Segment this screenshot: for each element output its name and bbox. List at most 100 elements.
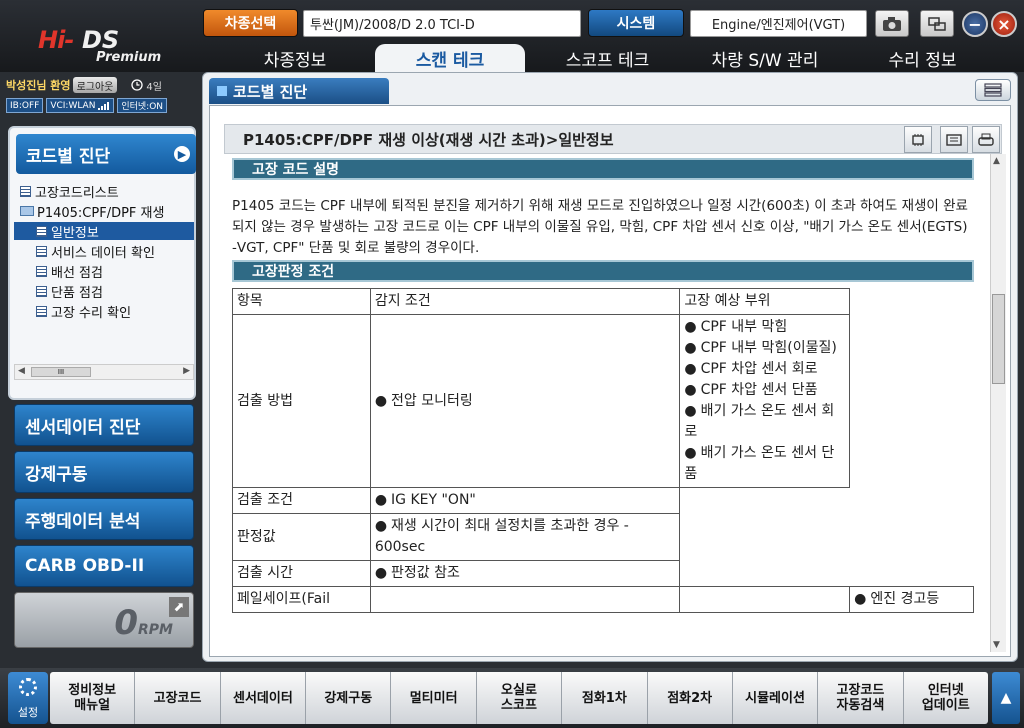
logo-hi: Hi- <box>38 26 74 54</box>
tree-item-repair-confirm[interactable]: 고장 수리 확인 <box>36 302 132 321</box>
bottom-item-multimeter[interactable]: 멀티미터 <box>391 672 477 724</box>
bottom-menu: 정비정보 매뉴얼 고장코드 센서데이터 강제구동 멀티미터 오실로 스코프 점화… <box>50 672 988 724</box>
bottom-item-oscilloscope[interactable]: 오실로 스코프 <box>477 672 563 724</box>
tab-vehicle-sw[interactable]: 차량 S/W 관리 <box>690 44 840 72</box>
bottom-item-dtc-autosearch[interactable]: 고장코드 자동검색 <box>818 672 904 724</box>
user-row: 박성진님 환영 로그아웃 4일 <box>6 76 196 94</box>
scroll-down-icon[interactable]: ▼ <box>993 640 1000 650</box>
tree-item-component-check[interactable]: 단품 점검 <box>36 282 103 301</box>
cause-item: CPF 차압 센서 회로 <box>684 359 845 380</box>
tree-item-service-data[interactable]: 서비스 데이터 확인 <box>36 242 155 261</box>
clock-icon <box>131 79 144 91</box>
folder-open-icon <box>20 206 34 216</box>
scroll-left-icon[interactable]: ◀ <box>18 366 25 376</box>
bottom-item-ignition-secondary[interactable]: 점화2차 <box>648 672 733 724</box>
row-label-detect-method: 검출 방법 <box>232 314 371 488</box>
detect-condition-value: IG KEY "ON" <box>375 492 476 508</box>
status-row: IB:OFF VCI:WLAN 인터넷:ON <box>6 98 198 113</box>
document-vertical-scrollbar[interactable]: ▲ ▼ <box>990 154 1006 652</box>
row-label-failsafe: 페일세이프(Fail <box>232 586 371 613</box>
bottom-item-sensor-data[interactable]: 센서데이터 <box>221 672 307 724</box>
tree-item-general-info[interactable]: 일반정보 <box>14 222 194 241</box>
cause-item: CPF 차압 센서 단품 <box>684 380 845 401</box>
minimize-icon: − <box>968 14 982 34</box>
minimize-button[interactable]: − <box>962 11 988 37</box>
failsafe-value: 엔진 경고등 <box>854 591 939 607</box>
bottom-item-ignition-primary[interactable]: 점화1차 <box>562 672 648 724</box>
section-dtc-description: 고장 코드 설명 <box>232 158 974 180</box>
internet-status-badge: 인터넷:ON <box>117 98 168 113</box>
scroll-thumb[interactable] <box>992 294 1005 384</box>
carb-obd-button[interactable]: CARB OBD-II <box>14 545 194 587</box>
content-frame: 코드별 진단 P1405:CPF/DPF 재생 이상(재생 시간 초과)>일반정… <box>202 72 1018 662</box>
settings-label: 설정 <box>17 706 39 719</box>
tab-scan-tech[interactable]: 스캔 테크 <box>375 44 525 72</box>
list-view-button[interactable] <box>975 79 1011 101</box>
table-cell <box>849 314 974 488</box>
tab-vehicle-info[interactable]: 차종정보 <box>225 44 365 72</box>
tab-repair-info[interactable]: 수리 정보 <box>850 44 995 72</box>
tree-horizontal-scrollbar[interactable]: ◀ III ▶ <box>14 364 194 380</box>
content-tab[interactable]: 코드별 진단 <box>209 78 389 104</box>
tree-item-wiring-check[interactable]: 배선 점검 <box>36 262 103 281</box>
logout-button[interactable]: 로그아웃 <box>72 77 118 93</box>
bottom-item-manual[interactable]: 정비정보 매뉴얼 <box>50 672 136 724</box>
document-icon <box>36 265 47 277</box>
driving-data-button[interactable]: 주행데이터 분석 <box>14 498 194 540</box>
camera-icon <box>883 16 901 31</box>
connector-button[interactable] <box>940 126 968 153</box>
tree-item-p1405[interactable]: P1405:CPF/DPF 재생 <box>20 202 165 221</box>
settings-button[interactable]: 설정 <box>8 672 48 724</box>
rpm-gauge: ⬈ 0RPM <box>14 592 194 648</box>
tree-item-label: 배선 점검 <box>51 265 103 281</box>
close-button[interactable]: × <box>991 11 1017 37</box>
detect-method-value: 전압 모니터링 <box>375 393 473 409</box>
document-icon <box>20 185 31 197</box>
tab-scope-tech[interactable]: 스코프 테크 <box>535 44 680 72</box>
scroll-right-icon[interactable]: ▶ <box>183 366 190 376</box>
tree-item-label: 일반정보 <box>51 225 99 241</box>
bottom-item-dtc[interactable]: 고장코드 <box>135 672 221 724</box>
document-icon <box>36 225 47 237</box>
table-cell <box>679 586 851 613</box>
connector-icon <box>946 133 962 146</box>
days-remaining: 4일 <box>146 81 162 93</box>
vci-status-text: VCI:WLAN <box>50 100 96 111</box>
left-panel: 박성진님 환영 로그아웃 4일 IB:OFF VCI:WLAN 인터넷:ON 코… <box>0 72 200 668</box>
row-label-judgement: 판정값 <box>232 513 371 561</box>
document-icon <box>36 245 47 257</box>
main-tabs: 차종정보 스캔 테크 스코프 테크 차량 S/W 관리 수리 정보 <box>225 44 1024 72</box>
vehicle-field: 투싼(JM)/2008/D 2.0 TCI-D <box>303 10 581 37</box>
header-item: 항목 <box>232 288 371 315</box>
swap-button[interactable] <box>920 10 954 37</box>
arrow-up-icon: ▲ <box>1000 690 1012 706</box>
user-name: 박성진님 환영 <box>6 79 71 92</box>
diagnosis-tree-panel: 코드별 진단 ▶ 고장코드리스트 P1405:CPF/DPF 재생 일반정보 서… <box>8 126 196 400</box>
print-button[interactable] <box>972 126 1000 153</box>
tree-item-label: P1405:CPF/DPF 재생 <box>37 205 165 221</box>
scroll-thumb[interactable]: III <box>31 367 91 377</box>
document-title: P1405:CPF/DPF 재생 이상(재생 시간 초과)>일반정보 <box>224 124 1002 154</box>
actuation-button[interactable]: 강제구동 <box>14 451 194 493</box>
table-cell: IG KEY "ON" <box>369 487 681 514</box>
table-cell <box>849 288 974 315</box>
sensor-data-button[interactable]: 센서데이터 진단 <box>14 404 194 446</box>
bottom-item-simulation[interactable]: 시뮬레이션 <box>733 672 819 724</box>
table-cell <box>850 488 974 587</box>
logo-premium: Premium <box>96 50 162 65</box>
menu-scroll-up-button[interactable]: ▲ <box>992 672 1020 724</box>
tree-item-label: 고장 수리 확인 <box>51 305 132 321</box>
system-button[interactable]: 시스템 <box>588 9 684 37</box>
bottom-item-internet-update[interactable]: 인터넷 업데이트 <box>904 672 988 724</box>
vehicle-select-button[interactable]: 차종선택 <box>203 9 298 37</box>
component-button[interactable] <box>904 126 932 153</box>
tree-item-dtc-list[interactable]: 고장코드리스트 <box>20 182 119 201</box>
row-label-detect-condition: 검출 조건 <box>232 487 371 514</box>
close-icon: × <box>997 14 1011 34</box>
camera-button[interactable] <box>875 10 909 37</box>
tree-title-button[interactable]: 코드별 진단 ▶ <box>16 134 196 174</box>
bottom-item-actuation[interactable]: 강제구동 <box>306 672 392 724</box>
table-cell <box>679 487 850 587</box>
scroll-up-icon[interactable]: ▲ <box>993 156 1000 166</box>
list-icon <box>984 83 1002 97</box>
